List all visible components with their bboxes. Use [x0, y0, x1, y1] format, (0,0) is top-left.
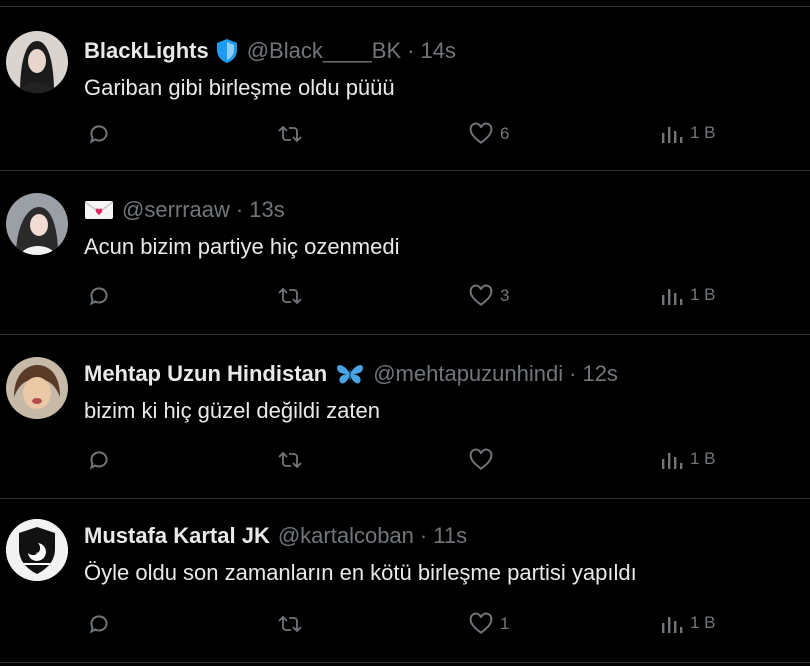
separator: · [569, 361, 577, 386]
retweet-button[interactable] [276, 283, 304, 309]
reply-icon [89, 451, 108, 470]
like-count: 6 [500, 124, 510, 143]
user-handle[interactable]: @serrraaw [122, 197, 230, 223]
tweet-actions: 6 1 B [0, 121, 810, 151]
heart-icon [469, 612, 493, 634]
analytics-icon [662, 453, 683, 469]
views-count: 1 B [690, 123, 716, 142]
timestamp[interactable]: 12s [582, 361, 617, 387]
like-button[interactable]: 3 [468, 283, 509, 309]
user-handle[interactable]: @kartalcoban [278, 523, 414, 549]
tweet-header: BlackLights @Black____BK · 14s [84, 36, 456, 66]
separator: · [407, 38, 415, 63]
user-handle[interactable]: @Black____BK [247, 38, 401, 64]
views-button[interactable]: 1 B [660, 611, 716, 635]
views-count: 1 B [690, 613, 716, 632]
analytics-icon [662, 289, 683, 305]
tweet-text: Gariban gibi birleşme oldu püüü [84, 75, 395, 100]
heart-icon [469, 448, 493, 470]
retweet-button[interactable] [276, 611, 304, 637]
timestamp[interactable]: 11s [433, 523, 467, 549]
views-button[interactable]: 1 B [660, 283, 716, 307]
reply-button[interactable] [86, 447, 112, 473]
user-handle[interactable]: @mehtapuzunhindi [373, 361, 563, 387]
tweet-header: Mustafa Kartal JK @kartalcoban · 11s [84, 521, 467, 551]
views-button[interactable]: 1 B [660, 121, 716, 145]
timestamp[interactable]: 14s [420, 38, 455, 64]
tweet-header: Mehtap Uzun Hindistan @mehtapuzunhindi ·… [84, 359, 618, 389]
avatar[interactable] [6, 31, 68, 93]
like-button[interactable] [468, 447, 500, 473]
display-name[interactable]: Mehtap Uzun Hindistan [84, 361, 327, 387]
like-button[interactable]: 1 [468, 611, 509, 637]
retweet-button[interactable] [276, 447, 304, 473]
timestamp[interactable]: 13s [249, 197, 284, 223]
views-button[interactable]: 1 B [660, 447, 716, 471]
tweet[interactable]: Mustafa Kartal JK @kartalcoban · 11s Öyl… [0, 499, 810, 663]
reply-icon [89, 287, 108, 306]
reply-icon [89, 615, 108, 634]
tweet[interactable]: Mehtap Uzun Hindistan @mehtapuzunhindi ·… [0, 335, 810, 499]
retweet-icon [278, 125, 302, 143]
tweet[interactable]: @serrraaw · 13s Acun bizim partiye hiç o… [0, 171, 810, 335]
like-count: 1 [500, 614, 510, 633]
tweet-actions: 1 B [0, 447, 810, 477]
retweet-icon [278, 451, 302, 469]
reply-icon [89, 125, 108, 144]
reply-button[interactable] [86, 611, 112, 637]
tweet[interactable]: BlackLights @Black____BK · 14s Gariban g… [0, 7, 810, 171]
avatar[interactable] [6, 193, 68, 255]
tweet-text: Öyle oldu son zamanların en kötü birleşm… [84, 560, 637, 585]
avatar[interactable] [6, 357, 68, 419]
tweet-actions: 3 1 B [0, 283, 810, 313]
display-name[interactable]: BlackLights [84, 38, 209, 64]
tweet-header: @serrraaw · 13s [84, 195, 285, 225]
retweet-icon [278, 615, 302, 633]
like-count: 3 [500, 286, 510, 305]
separator: · [235, 197, 244, 222]
display-name[interactable]: Mustafa Kartal JK [84, 523, 270, 549]
envelope-icon [84, 199, 114, 221]
tweet-text: Acun bizim partiye hiç ozenmedi [84, 234, 400, 259]
tweet-actions: 1 1 B [0, 611, 810, 641]
heart-icon [469, 122, 493, 144]
reply-button[interactable] [86, 121, 112, 147]
butterfly-icon [335, 362, 365, 386]
tweet-text: bizim ki hiç güzel değildi zaten [84, 398, 380, 423]
views-count: 1 B [690, 285, 716, 304]
separator: · [419, 523, 428, 548]
analytics-icon [662, 127, 683, 143]
tweet-feed: BlackLights @Black____BK · 14s Gariban g… [0, 0, 810, 666]
retweet-button[interactable] [276, 121, 304, 147]
like-button[interactable]: 6 [468, 121, 509, 147]
heart-icon [469, 284, 493, 306]
reply-button[interactable] [86, 283, 112, 309]
analytics-icon [662, 617, 683, 633]
retweet-icon [278, 287, 302, 305]
avatar[interactable] [6, 519, 68, 581]
shield-badge-icon [215, 38, 239, 64]
views-count: 1 B [690, 449, 716, 468]
